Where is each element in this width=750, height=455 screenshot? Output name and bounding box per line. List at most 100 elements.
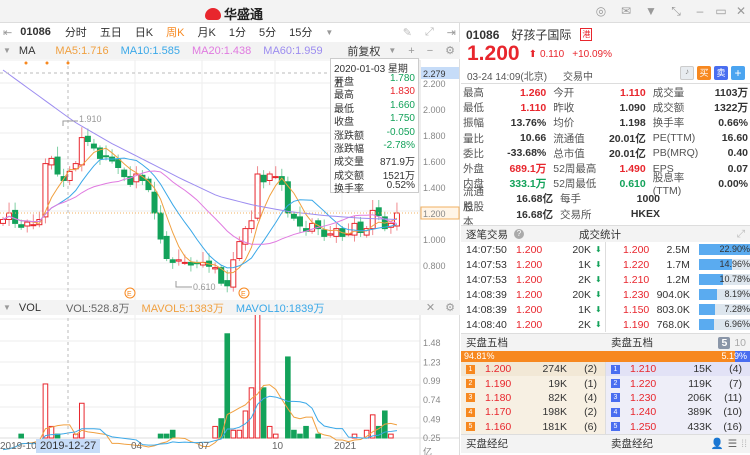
grid-view-icon[interactable]: ⁞⁞ [741,438,747,450]
trade-time: 14:08:40 [466,318,507,331]
list-view-icon[interactable]: ☰ [728,438,737,450]
candle-down [151,191,158,214]
stat-label: 量比 [463,132,484,145]
candle-up [266,173,273,181]
ask-level[interactable]: 2 1.220 119K (7) [606,376,750,390]
volstat-bar: 22.90% [698,244,750,255]
volstat-price: 1.220 [623,258,650,271]
level-volume: 198K [542,406,567,419]
price-row: 1.200 ⬆ 0.110 +10.09% [467,42,612,66]
bid-level[interactable]: 1 1.200 274K (2) [461,362,605,377]
candle-down [375,207,382,217]
level-volume: 119K [688,377,712,390]
add-watchlist-button[interactable]: + [731,66,745,80]
depth-5-tab[interactable]: 5 [718,336,731,349]
trade-time: 14:08:39 [466,303,507,316]
trades-title[interactable]: 逐笔交易 [466,227,508,242]
bid-level[interactable]: 4 1.170 198K (2) [461,405,605,419]
volume-bar [369,414,376,439]
stat-value: 1.090 [619,101,646,114]
stat-value: 0.40 [727,147,748,160]
stat-label: 昨收 [553,102,575,115]
trade-time: 14:08:39 [466,288,507,301]
shrink-icon[interactable]: ⤡ [668,4,684,18]
volstat-volume: 803.0K [656,303,690,316]
price-tick: 0.800 [423,261,446,271]
stat-value: 16.60 [721,132,748,145]
bid-level[interactable]: 2 1.190 19K (1) [461,376,605,390]
sell-button[interactable]: 卖 [714,66,728,80]
ask-level[interactable]: 3 1.230 206K (11) [606,391,750,405]
date-label: 07 [198,441,210,452]
level-volume: 19K [548,377,567,390]
trade-volume: 1K [578,303,591,316]
title-bar: 华盛通 ◎ ✉ ▼ ⤡ – ▭ ✕ [0,0,750,23]
volstat-pct: 14.96% [719,259,750,269]
stat-label: 今开 [553,87,575,100]
volume-bar [236,429,243,439]
person-icon[interactable]: 👤 [711,437,724,450]
dividend-marker-letter: E [241,291,246,298]
maximize-icon[interactable]: ▭ [713,4,729,18]
level-orders: (6) [584,420,597,433]
vol-label[interactable]: VOL [19,302,41,314]
trade-row: 14:07:50 1.200 20K ⬇ [461,242,605,257]
headset-icon[interactable]: ◎ [593,4,609,18]
shirt-icon[interactable]: ▼ [643,4,659,18]
gear-icon[interactable]: ⚙ [445,301,455,314]
tooltip-value: 1.780 [389,73,415,84]
stat-label: 成交额 [652,102,685,115]
trade-volume: 1K [578,258,591,271]
candle-down [103,155,110,158]
stat-value: -33.68% [507,147,547,160]
expand-icon[interactable]: ⤢ [737,228,745,241]
trade-volume: 20K [572,243,591,256]
ask-level[interactable]: 1 1.210 15K (4) [606,362,750,377]
ask-level[interactable]: 5 1.250 433K (16) [606,420,750,434]
close-icon[interactable]: ✕ [733,4,749,18]
stats-row: 最低 1.110 昨收 1.090 成交额 1322万 [463,100,748,115]
level-volume: 433K [687,420,712,433]
trade-row: 14:07:53 1.200 1K ⬇ [461,257,605,272]
stat-value: 0.00% [718,177,748,190]
volstats-title[interactable]: 成交统计 [579,227,621,242]
mail-icon[interactable]: ✉ [618,4,634,18]
vol-tick: 0.25 [423,433,441,443]
tooltip-key: 涨跌额 [334,130,364,142]
help-icon[interactable]: ? [514,229,524,239]
bid-level[interactable]: 3 1.180 82K (4) [461,391,605,405]
vol-tick: 0.74 [423,395,441,405]
candle-down [296,216,303,227]
candle-up [0,219,6,224]
vol-legend: ▼ VOL VOL:528.8万 MAVOL5:1383万 MAVOL10:18… [0,300,460,315]
candle-down [290,213,297,219]
alert-bell-button[interactable]: ♪ [680,66,694,80]
trade-volume: 2K [578,273,591,286]
trade-row: 14:07:53 1.200 2K ⬇ [461,272,605,287]
arrow-up-icon: ⬆ [528,48,537,60]
stat-label: 均价 [553,117,575,130]
stats-row: 振幅 13.76% 均价 1.198 换手率 0.66% [463,115,748,130]
level-price: 1.220 [630,377,657,390]
candle-down [12,209,19,224]
chart-panel: ⇤ 01086 分时 五日 日K 周K 月K 1分 5分 15分 ▼ ✎ ⤢ ⇥ ▼ MA M… [0,23,460,455]
chevron-down-icon[interactable]: ▼ [3,303,11,312]
close-icon[interactable]: ✕ [426,301,435,314]
stat-value: 20.01亿 [608,147,646,160]
event-dot [66,61,70,65]
minimize-icon[interactable]: – [692,4,708,18]
depth-10-tab[interactable]: 10 [734,337,746,349]
level-badge: 2 [466,379,475,389]
level-orders: (4) [584,391,597,404]
stat-label: 最高 [463,87,484,100]
tooltip-value: -0.050 [386,126,415,138]
level-orders: (4) [729,363,742,376]
stat-value: 1.198 [619,116,646,129]
bid-level[interactable]: 5 1.160 181K (6) [461,420,605,434]
tooltip-row: 换手率 0.52% [334,180,415,195]
app-title: 华盛通 [224,7,264,22]
ask-level[interactable]: 4 1.240 389K (10) [606,405,750,419]
buy-button[interactable]: 买 [697,66,711,80]
trade-time: 14:07:50 [466,243,507,256]
level-price: 1.170 [485,406,512,419]
